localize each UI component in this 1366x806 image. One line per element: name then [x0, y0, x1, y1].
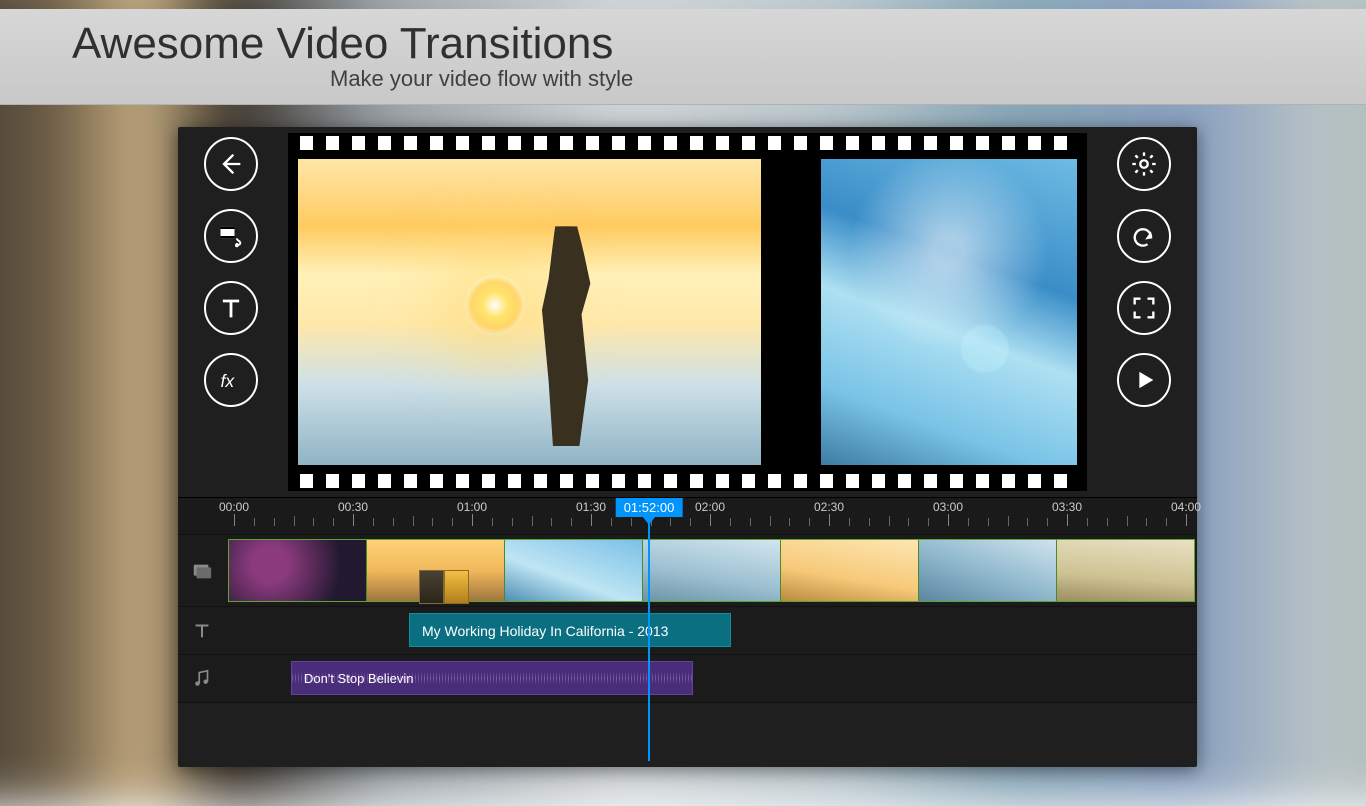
- ruler-label: 00:30: [338, 500, 368, 514]
- fx-icon: fx: [217, 366, 245, 394]
- ruler-label: 01:00: [457, 500, 487, 514]
- ruler-label: 03:30: [1052, 500, 1082, 514]
- media-icon: [217, 222, 245, 250]
- fullscreen-icon: [1130, 294, 1158, 322]
- undo-button[interactable]: [1117, 209, 1171, 263]
- audio-track[interactable]: Don't Stop Believin: [178, 655, 1197, 703]
- preview-frame-right: [821, 159, 1077, 465]
- left-toolbar: fx: [196, 137, 266, 407]
- settings-button[interactable]: [1117, 137, 1171, 191]
- timeline: 00:00 00:30 01:00 01:30 02:00 02:30 03:00 03:30…: [178, 497, 1197, 767]
- video-clip-1[interactable]: [229, 540, 367, 601]
- video-track-icon: [178, 535, 226, 606]
- promo-header: Awesome Video Transitions Make your vide…: [0, 9, 1366, 105]
- ruler-label: 01:30: [576, 500, 606, 514]
- media-library-button[interactable]: [204, 209, 258, 263]
- ruler-label: 03:00: [933, 500, 963, 514]
- fullscreen-button[interactable]: [1117, 281, 1171, 335]
- transition-marker[interactable]: [419, 570, 469, 604]
- arrow-left-icon: [217, 150, 245, 178]
- gear-icon: [1130, 150, 1158, 178]
- text-track-icon: [178, 607, 226, 654]
- preview-frame-left: [298, 159, 761, 465]
- sprocket-bottom: [288, 471, 1087, 491]
- video-editor-window: fx 00:00 00:30 01:00 01:30 02:00 02:30 03:00 03…: [178, 127, 1197, 767]
- audio-track-icon: [178, 655, 226, 702]
- ruler-label: 04:00: [1171, 500, 1201, 514]
- undo-icon: [1130, 222, 1158, 250]
- preview-area: fx: [178, 127, 1197, 497]
- text-icon: [217, 294, 245, 322]
- ruler-label: 00:00: [219, 500, 249, 514]
- promo-subtitle: Make your video flow with style: [330, 66, 1366, 92]
- video-clip-4[interactable]: [643, 540, 781, 601]
- video-clip-3[interactable]: [505, 540, 643, 601]
- video-track[interactable]: [178, 535, 1197, 607]
- video-clip-5[interactable]: [781, 540, 919, 601]
- text-track[interactable]: My Working Holiday In California - 2013: [178, 607, 1197, 655]
- audio-clip[interactable]: Don't Stop Believin: [291, 661, 693, 695]
- playhead-time-badge[interactable]: 01:52:00: [616, 498, 683, 517]
- text-tool-button[interactable]: [204, 281, 258, 335]
- promo-title: Awesome Video Transitions: [72, 21, 1366, 67]
- ruler-label: 02:30: [814, 500, 844, 514]
- title-clip[interactable]: My Working Holiday In California - 2013: [409, 613, 731, 647]
- video-clips-group[interactable]: [228, 539, 1195, 602]
- effects-button[interactable]: fx: [204, 353, 258, 407]
- playhead-line[interactable]: [648, 517, 650, 761]
- audio-clip-label: Don't Stop Believin: [304, 671, 413, 686]
- video-clip-7[interactable]: [1057, 540, 1194, 601]
- filmstrip-preview: [288, 133, 1087, 491]
- ruler-label: 02:00: [695, 500, 725, 514]
- time-ruler[interactable]: 00:00 00:30 01:00 01:30 02:00 02:30 03:00 03:30…: [178, 497, 1197, 535]
- sprocket-top: [288, 133, 1087, 153]
- right-toolbar: [1109, 137, 1179, 407]
- play-button[interactable]: [1117, 353, 1171, 407]
- back-button[interactable]: [204, 137, 258, 191]
- video-clip-6[interactable]: [919, 540, 1057, 601]
- svg-text:fx: fx: [221, 371, 236, 391]
- play-icon: [1130, 366, 1158, 394]
